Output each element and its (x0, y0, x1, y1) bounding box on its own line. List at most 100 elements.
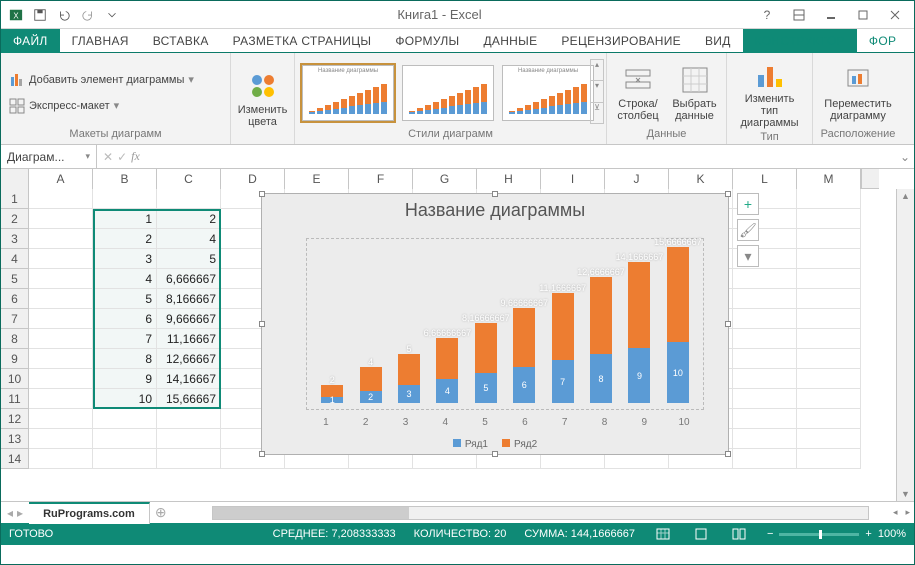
cell[interactable]: 2 (93, 229, 157, 249)
cell[interactable]: 2 (157, 209, 221, 229)
name-box[interactable]: Диаграм... ▾ (1, 145, 97, 168)
resize-handle[interactable] (259, 321, 265, 327)
chart-style-1[interactable]: Название диаграммы (302, 65, 394, 121)
cell[interactable] (797, 389, 861, 409)
column-header[interactable]: C (157, 169, 221, 189)
cell[interactable]: 10 (93, 389, 157, 409)
chart-style-2[interactable] (402, 65, 494, 121)
save-icon[interactable] (29, 4, 51, 26)
zoom-in-button[interactable]: + (865, 528, 871, 540)
tab-insert[interactable]: ВСТАВКА (141, 29, 221, 53)
column-header[interactable]: D (221, 169, 285, 189)
horizontal-scrollbar[interactable] (212, 506, 869, 520)
cell[interactable] (733, 329, 797, 349)
cell[interactable] (797, 329, 861, 349)
cell[interactable] (733, 369, 797, 389)
excel-icon[interactable]: X (5, 4, 27, 26)
cell[interactable]: 6,666667 (157, 269, 221, 289)
column-header[interactable]: J (605, 169, 669, 189)
cell[interactable] (733, 429, 797, 449)
plus-icon[interactable]: + (737, 193, 759, 215)
cell[interactable] (797, 349, 861, 369)
row-header[interactable]: 11 (1, 389, 29, 409)
cell[interactable]: 4 (157, 229, 221, 249)
cell[interactable]: 12,66667 (157, 349, 221, 369)
row-header[interactable]: 13 (1, 429, 29, 449)
close-button[interactable] (880, 4, 910, 26)
resize-handle[interactable] (492, 191, 498, 197)
quick-layout-button[interactable]: Экспресс-макет ▾ (7, 96, 121, 116)
row-header[interactable]: 6 (1, 289, 29, 309)
column-header[interactable]: B (93, 169, 157, 189)
view-page-break-icon[interactable] (729, 526, 749, 542)
cell[interactable] (797, 209, 861, 229)
cell[interactable] (29, 409, 93, 429)
expand-formula-bar-icon[interactable]: ⌄ (896, 150, 914, 164)
cell[interactable] (93, 429, 157, 449)
minimize-button[interactable] (816, 4, 846, 26)
resize-handle[interactable] (492, 451, 498, 457)
styles-more-button[interactable]: ⊻ (591, 102, 603, 123)
cell[interactable] (797, 429, 861, 449)
styles-down-button[interactable]: ▾ (591, 80, 603, 101)
zoom-value[interactable]: 100% (878, 528, 906, 540)
cell[interactable] (157, 189, 221, 209)
cell[interactable] (797, 189, 861, 209)
hscroll-left-icon[interactable]: ◂ (889, 507, 902, 518)
help-button[interactable]: ? (752, 4, 782, 26)
column-header[interactable]: A (29, 169, 93, 189)
fx-icon[interactable]: fx (131, 149, 140, 164)
cell[interactable]: 8,166667 (157, 289, 221, 309)
enter-formula-icon[interactable]: ✓ (117, 150, 127, 164)
tab-format[interactable]: ФОР (857, 29, 908, 53)
vertical-scrollbar[interactable]: ▲ ▼ (896, 189, 914, 501)
cell[interactable] (29, 209, 93, 229)
cell[interactable] (797, 249, 861, 269)
row-header[interactable]: 4 (1, 249, 29, 269)
cell[interactable]: 15,66667 (157, 389, 221, 409)
change-chart-type-button[interactable]: Изменить тип диаграммы (733, 57, 806, 131)
zoom-slider[interactable] (779, 533, 859, 536)
cell[interactable] (29, 309, 93, 329)
cell[interactable] (733, 409, 797, 429)
redo-icon[interactable] (77, 4, 99, 26)
cell[interactable] (733, 349, 797, 369)
cell[interactable] (797, 269, 861, 289)
hscroll-right-icon[interactable]: ▸ (901, 507, 914, 518)
tab-home[interactable]: ГЛАВНАЯ (60, 29, 141, 53)
row-header[interactable]: 14 (1, 449, 29, 469)
cell[interactable] (29, 429, 93, 449)
cell[interactable] (93, 449, 157, 469)
select-data-button[interactable]: Выбрать данные (669, 62, 720, 124)
cell[interactable] (797, 229, 861, 249)
cell[interactable]: 11,16667 (157, 329, 221, 349)
zoom-out-button[interactable]: − (767, 528, 773, 540)
row-header[interactable]: 1 (1, 189, 29, 209)
cell[interactable] (29, 229, 93, 249)
column-header[interactable]: K (669, 169, 733, 189)
cell[interactable] (29, 269, 93, 289)
cell[interactable] (29, 249, 93, 269)
row-header[interactable]: 8 (1, 329, 29, 349)
cell[interactable] (29, 449, 93, 469)
chart-legend[interactable]: Ряд1 Ряд2 (262, 439, 728, 450)
cell[interactable] (733, 269, 797, 289)
row-header[interactable]: 9 (1, 349, 29, 369)
resize-handle[interactable] (259, 191, 265, 197)
brush-icon[interactable]: 🖌 (737, 219, 759, 241)
cell[interactable]: 3 (93, 249, 157, 269)
resize-handle[interactable] (725, 321, 731, 327)
column-header[interactable]: H (477, 169, 541, 189)
change-colors-button[interactable]: Изменить цвета (237, 68, 288, 130)
column-header[interactable]: F (349, 169, 413, 189)
cell[interactable]: 7 (93, 329, 157, 349)
column-header[interactable]: M (797, 169, 861, 189)
switch-row-column-button[interactable]: Строка/ столбец (613, 62, 663, 124)
row-header[interactable]: 3 (1, 229, 29, 249)
cell[interactable]: 5 (157, 249, 221, 269)
cell[interactable] (29, 289, 93, 309)
cell[interactable]: 5 (93, 289, 157, 309)
sheet-next-icon[interactable]: ▸ (17, 506, 23, 520)
cell[interactable] (797, 309, 861, 329)
cell[interactable] (93, 409, 157, 429)
